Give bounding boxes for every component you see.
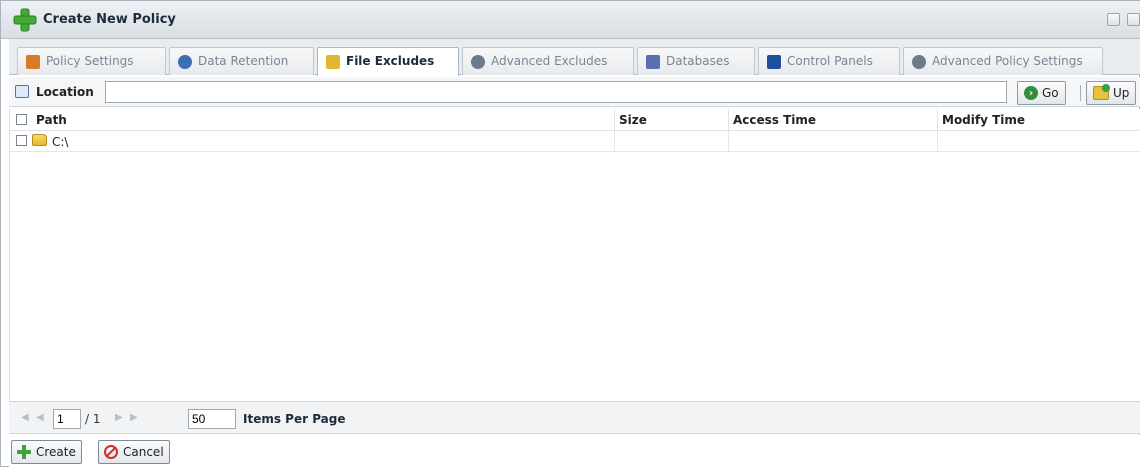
column-modify-time[interactable]: Modify Time [937,109,1140,131]
gears-icon [912,55,926,69]
row-checkbox[interactable] [16,135,27,146]
tab-advanced-excludes[interactable]: Advanced Excludes [462,47,634,75]
grid-header: Path Size Access Time Modify Time [10,109,1140,131]
people-icon [178,55,192,69]
create-policy-window: Create New Policy Policy Settings Data R… [0,0,1140,468]
access-time-cell [728,131,937,152]
cancel-icon [104,445,118,459]
prev-page-icon[interactable]: ◀ [36,412,44,423]
tab-label: Databases [666,54,730,68]
first-page-icon[interactable]: ◀ [21,412,29,423]
tab-control-panels[interactable]: Control Panels [758,47,900,75]
book-icon [767,55,781,69]
location-label: Location [36,85,94,99]
select-all-checkbox[interactable] [16,114,27,125]
folder-up-icon [1093,84,1110,100]
tab-file-excludes[interactable]: File Excludes [317,47,459,76]
go-label: Go [1042,86,1059,100]
table-row[interactable]: C:\ [10,131,1140,152]
pager: ◀ ◀ / 1 ▶ ▶ Items Per Page [9,401,1140,434]
location-bar: Location › Go Up [9,77,1140,107]
tab-label: Advanced Excludes [491,54,608,68]
tab-advanced-policy-settings[interactable]: Advanced Policy Settings [903,47,1103,75]
tab-strip: Policy Settings Data Retention File Excl… [9,39,1140,76]
file-grid: Path Size Access Time Modify Time C:\ [9,109,1140,401]
footer: Create Cancel [9,435,1140,468]
modify-time-cell [937,131,1140,152]
tab-label: Advanced Policy Settings [932,54,1083,68]
cancel-button[interactable]: Cancel [98,440,170,464]
create-label: Create [36,445,76,459]
separator [1080,85,1081,101]
folder-icon [326,55,340,69]
location-icon [15,85,29,98]
cancel-label: Cancel [123,445,164,459]
title-bar: Create New Policy [1,1,1140,39]
tab-label: Policy Settings [46,54,134,68]
tab-label: Control Panels [787,54,873,68]
page-input[interactable] [53,409,81,429]
window-title: Create New Policy [43,12,176,27]
column-size[interactable]: Size [614,109,728,131]
go-button[interactable]: › Go [1017,81,1066,105]
path-cell: C:\ [52,135,69,149]
items-per-page-input[interactable] [188,409,236,429]
tab-policy-settings[interactable]: Policy Settings [17,47,166,75]
tab-databases[interactable]: Databases [637,47,755,75]
minimize-button[interactable] [1107,13,1120,26]
tab-data-retention[interactable]: Data Retention [169,47,314,75]
create-button[interactable]: Create [11,440,82,464]
up-label: Up [1113,86,1130,100]
folder-icon [32,134,47,146]
column-access-time[interactable]: Access Time [728,109,937,131]
gears-icon [471,55,485,69]
clipboard-icon [26,55,40,69]
arrow-right-icon: › [1024,86,1038,100]
tab-label: Data Retention [198,54,289,68]
close-button[interactable] [1127,13,1140,26]
size-cell [614,131,728,152]
up-button[interactable]: Up [1086,81,1137,105]
database-icon [646,55,660,69]
tab-label: File Excludes [346,54,435,68]
location-input[interactable] [105,81,1007,103]
page-count: / 1 [85,412,101,426]
next-page-icon[interactable]: ▶ [115,412,123,423]
items-per-page-label: Items Per Page [243,412,346,426]
last-page-icon[interactable]: ▶ [130,412,138,423]
column-path[interactable]: Path [32,109,614,131]
plus-icon [17,445,31,459]
plus-icon [13,8,37,32]
